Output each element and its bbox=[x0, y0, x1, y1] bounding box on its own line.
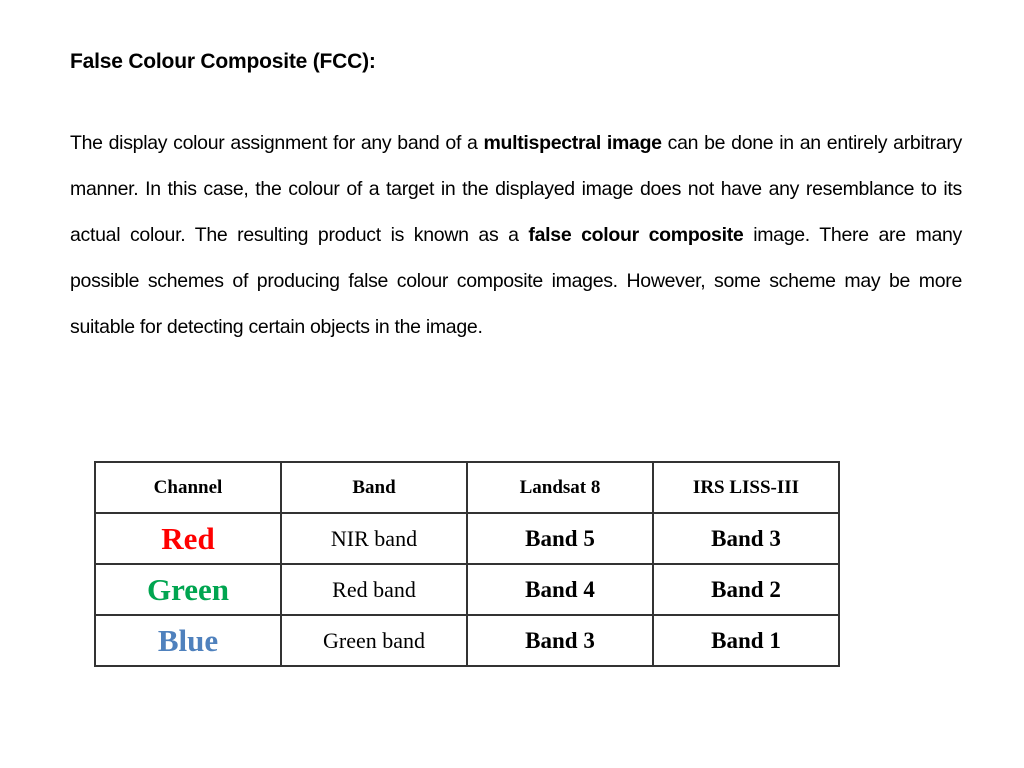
table-header-row: Channel Band Landsat 8 IRS LISS-III bbox=[94, 461, 840, 514]
table-row: Blue Green band Band 3 Band 1 bbox=[94, 614, 840, 667]
header-landsat8: Landsat 8 bbox=[466, 461, 654, 514]
irs-cell: Band 1 bbox=[652, 614, 840, 667]
band-cell: Red band bbox=[280, 563, 468, 616]
fcc-band-table: Channel Band Landsat 8 IRS LISS-III Red … bbox=[94, 461, 840, 667]
table-row: Red NIR band Band 5 Band 3 bbox=[94, 512, 840, 565]
header-channel: Channel bbox=[94, 461, 282, 514]
irs-cell: Band 3 bbox=[652, 512, 840, 565]
description-paragraph: The display colour assignment for any ba… bbox=[70, 120, 962, 350]
band-cell: Green band bbox=[280, 614, 468, 667]
table-row: Green Red band Band 4 Band 2 bbox=[94, 563, 840, 616]
landsat8-cell: Band 5 bbox=[466, 512, 654, 565]
paragraph-bold-fcc: false colour composite bbox=[528, 224, 744, 246]
paragraph-bold-multispectral: multispectral image bbox=[483, 132, 662, 154]
paragraph-text-1: The display colour assignment for any ba… bbox=[70, 132, 484, 154]
header-irs-liss3: IRS LISS-III bbox=[652, 461, 840, 514]
irs-cell: Band 2 bbox=[652, 563, 840, 616]
channel-cell: Red bbox=[94, 512, 282, 565]
band-cell: NIR band bbox=[280, 512, 468, 565]
channel-cell: Blue bbox=[94, 614, 282, 667]
landsat8-cell: Band 3 bbox=[466, 614, 654, 667]
header-band: Band bbox=[280, 461, 468, 514]
landsat8-cell: Band 4 bbox=[466, 563, 654, 616]
page-title: False Colour Composite (FCC): bbox=[70, 50, 376, 73]
channel-cell: Green bbox=[94, 563, 282, 616]
